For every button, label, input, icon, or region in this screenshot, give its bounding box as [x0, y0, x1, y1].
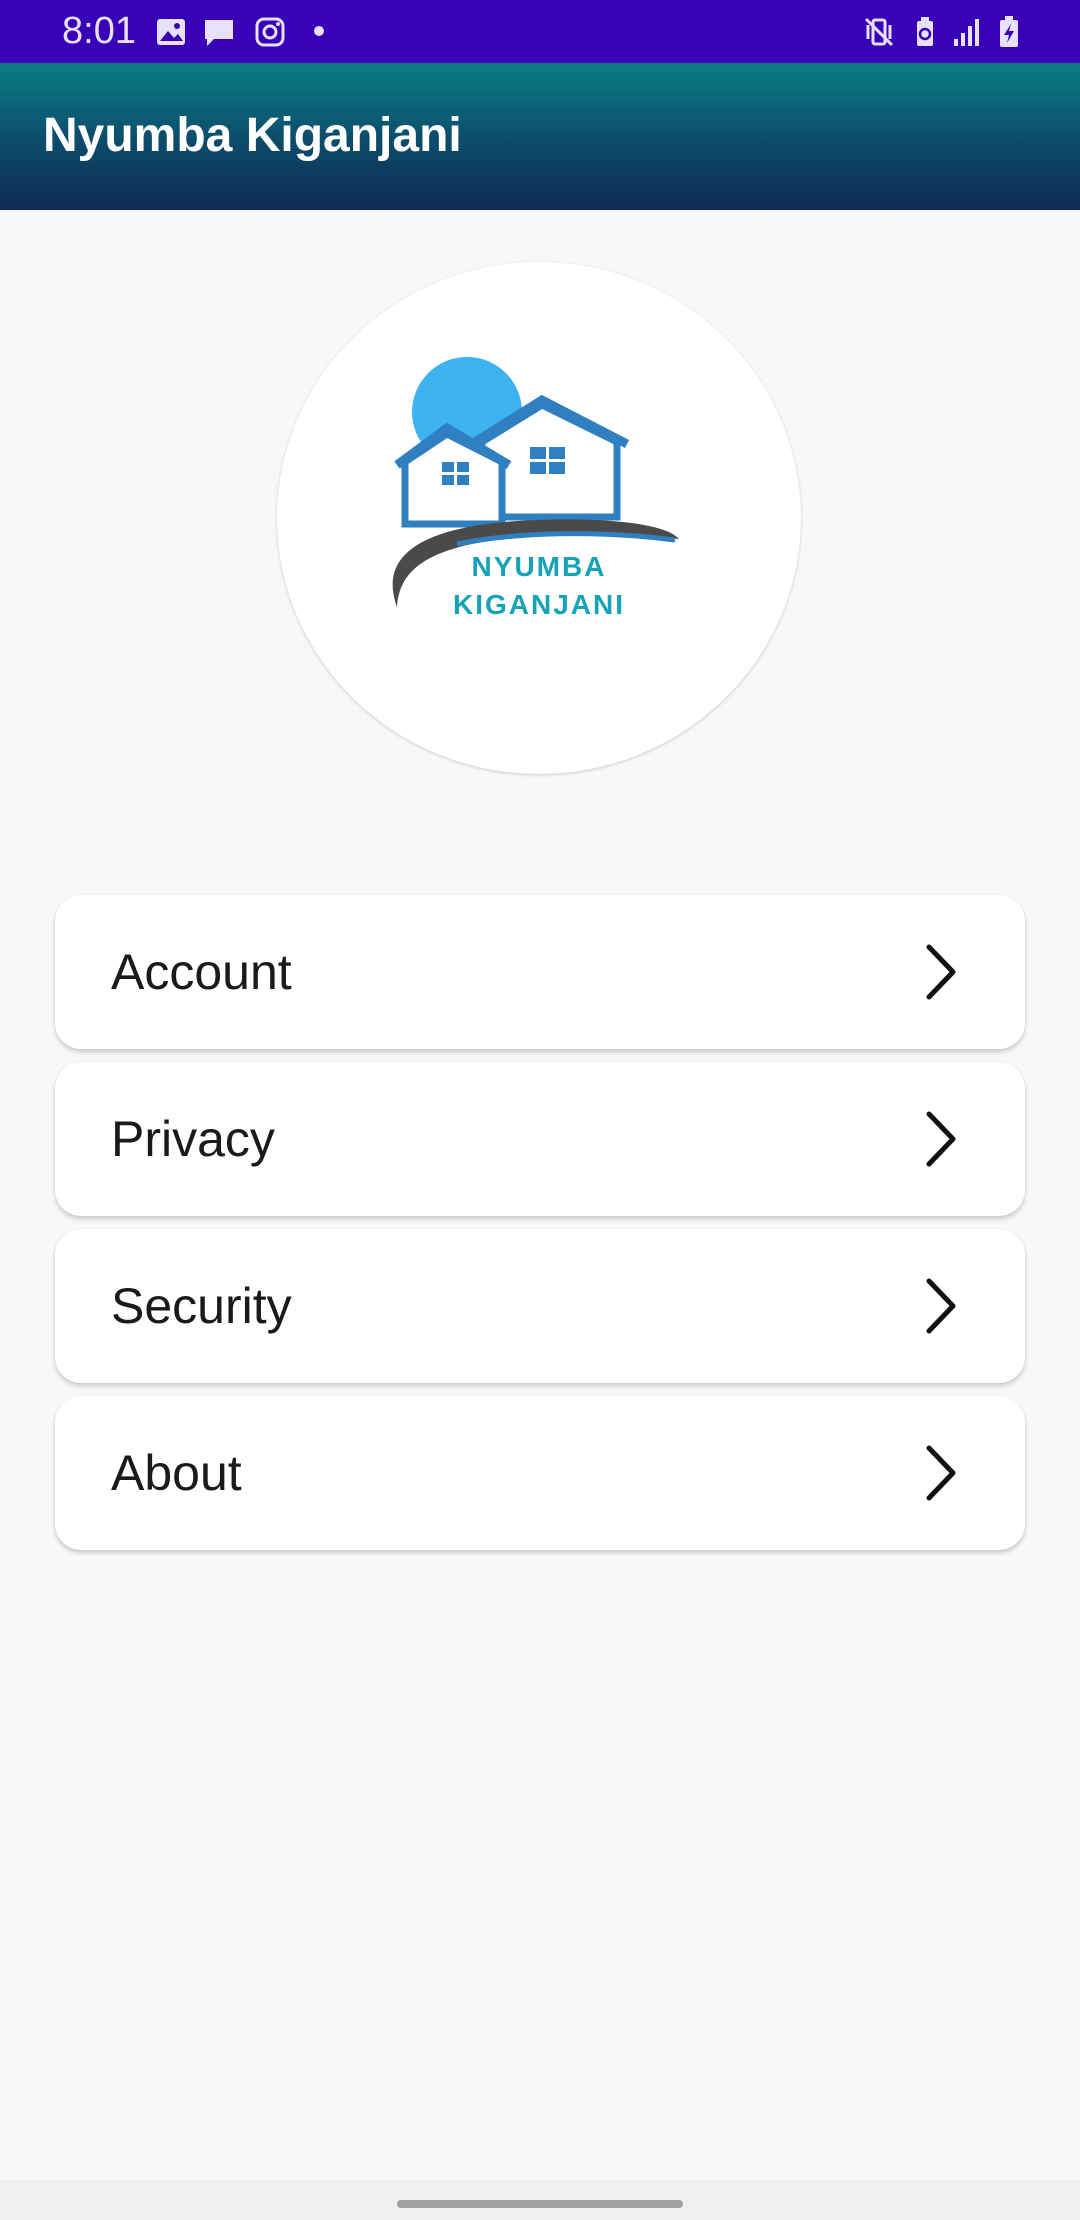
status-bar: 8:01	[0, 0, 1080, 63]
logo-text-line1: NYUMBA	[471, 551, 607, 582]
chevron-right-icon	[926, 1278, 956, 1334]
notification-dot	[314, 26, 324, 36]
app-bar: Nyumba Kiganjani	[0, 63, 1080, 210]
logo-text-line2: KIGANJANI	[452, 589, 625, 620]
menu-item-label: Account	[111, 944, 292, 1000]
signal-icon	[954, 19, 979, 46]
app-title: Nyumba Kiganjani	[43, 109, 462, 162]
navigation-bar	[0, 2180, 1080, 2220]
battery-charging-icon	[1000, 16, 1018, 47]
menu-item-label: Security	[111, 1278, 292, 1334]
instagram-icon	[255, 17, 285, 47]
chevron-right-icon	[926, 1111, 956, 1167]
menu-item-security[interactable]: Security	[55, 1229, 1025, 1383]
settings-menu: Account Privacy Security About	[55, 895, 1025, 1563]
chevron-right-icon	[926, 944, 956, 1000]
house-logo-icon	[392, 357, 679, 607]
menu-item-label: About	[111, 1445, 242, 1501]
battery-saver-icon	[917, 17, 933, 46]
message-icon	[205, 20, 233, 46]
vibrate-mute-icon	[864, 17, 894, 47]
gallery-icon	[157, 19, 185, 45]
app-logo: NYUMBA KIGANJANI	[277, 262, 801, 774]
menu-item-label: Privacy	[111, 1111, 275, 1167]
menu-item-privacy[interactable]: Privacy	[55, 1062, 1025, 1216]
status-time: 8:01	[62, 10, 136, 52]
home-gesture-handle[interactable]	[397, 2200, 683, 2208]
settings-screen: 8:01 Nyumba Kiganjani NYUMBA KIGANJANI A…	[0, 0, 1080, 2220]
chevron-right-icon	[926, 1445, 956, 1501]
menu-item-about[interactable]: About	[55, 1396, 1025, 1550]
menu-item-account[interactable]: Account	[55, 895, 1025, 1049]
